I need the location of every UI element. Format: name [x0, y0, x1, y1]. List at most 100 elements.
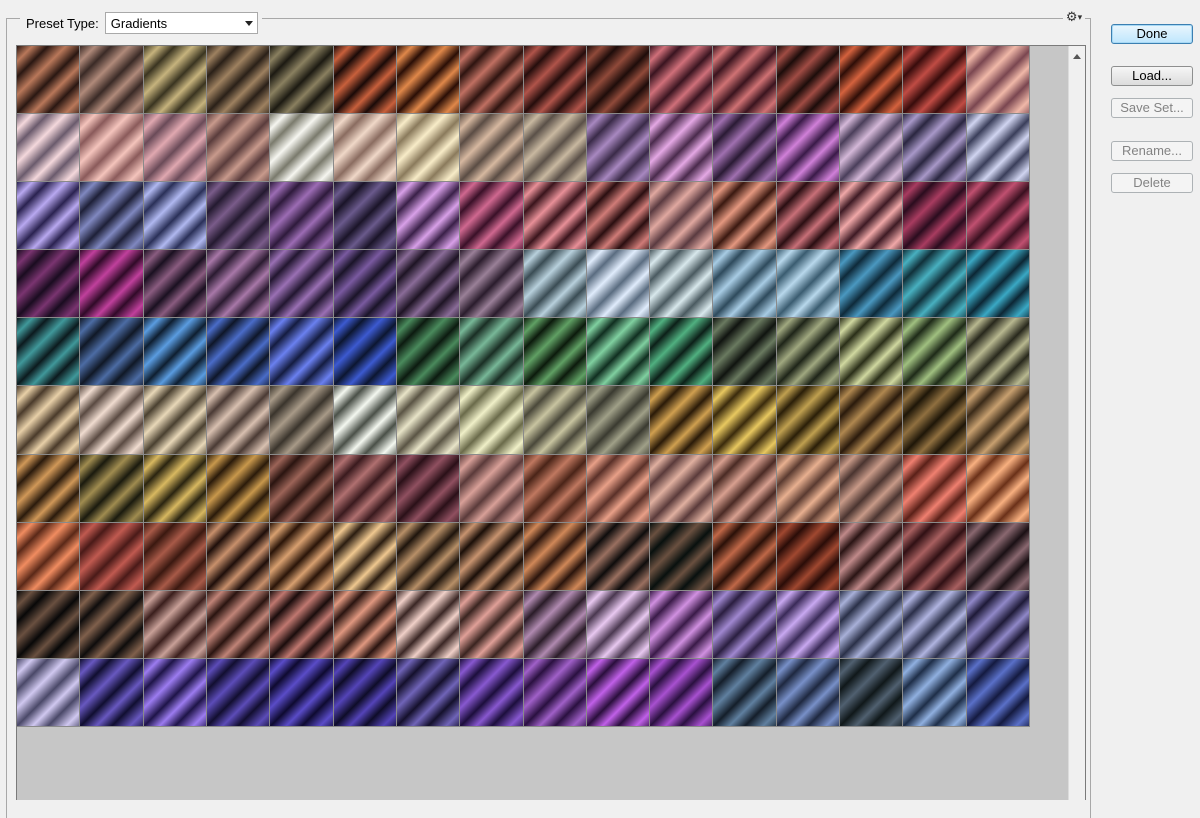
gradient-swatch[interactable] [966, 590, 1029, 658]
gradient-swatch[interactable] [460, 522, 523, 590]
gradient-swatch[interactable] [903, 590, 966, 658]
gradient-swatch[interactable] [776, 454, 840, 522]
gradient-swatch[interactable] [333, 114, 396, 182]
gradient-swatch[interactable] [143, 114, 206, 182]
gradient-swatch[interactable] [396, 114, 460, 182]
gradient-swatch[interactable] [333, 522, 396, 590]
gradient-swatch[interactable] [270, 386, 333, 454]
gradient-swatch[interactable] [966, 522, 1029, 590]
gradient-swatch[interactable] [840, 182, 903, 250]
gradient-swatch[interactable] [143, 250, 206, 318]
gradient-swatch[interactable] [206, 590, 270, 658]
gradient-swatch[interactable] [650, 46, 713, 114]
gradient-swatch[interactable] [17, 182, 80, 250]
gradient-swatch[interactable] [17, 46, 80, 114]
gradient-swatch[interactable] [840, 46, 903, 114]
gradient-swatch[interactable] [460, 318, 523, 386]
gradient-swatch[interactable] [460, 114, 523, 182]
gradient-swatch[interactable] [270, 658, 333, 726]
gradient-swatch[interactable] [206, 114, 270, 182]
gradient-swatch[interactable] [80, 182, 143, 250]
gradient-swatch[interactable] [523, 386, 586, 454]
gradient-swatch[interactable] [713, 386, 776, 454]
gradient-swatch[interactable] [650, 114, 713, 182]
gradient-swatch[interactable] [650, 590, 713, 658]
gradient-swatch[interactable] [206, 46, 270, 114]
gradient-swatch[interactable] [776, 46, 840, 114]
gradient-swatch[interactable] [460, 46, 523, 114]
gradient-swatch[interactable] [143, 522, 206, 590]
gradient-swatch[interactable] [270, 522, 333, 590]
rename-button[interactable]: Rename... [1111, 141, 1193, 161]
gradient-swatch[interactable] [650, 522, 713, 590]
gradient-swatch[interactable] [713, 658, 776, 726]
gradient-swatch[interactable] [17, 590, 80, 658]
gradient-swatch[interactable] [396, 454, 460, 522]
gradient-swatch[interactable] [776, 590, 840, 658]
gradient-swatch[interactable] [80, 250, 143, 318]
gradient-swatch[interactable] [396, 318, 460, 386]
gradient-swatch[interactable] [523, 454, 586, 522]
delete-button[interactable]: Delete [1111, 173, 1193, 193]
gradient-swatch[interactable] [80, 318, 143, 386]
gradient-swatch[interactable] [713, 454, 776, 522]
gradient-swatch[interactable] [396, 590, 460, 658]
gradient-swatch[interactable] [966, 318, 1029, 386]
gradient-swatch[interactable] [143, 386, 206, 454]
gradient-swatch[interactable] [206, 658, 270, 726]
gradient-swatch[interactable] [650, 658, 713, 726]
gradient-swatch[interactable] [650, 182, 713, 250]
gradient-swatch[interactable] [17, 522, 80, 590]
gradient-swatch[interactable] [143, 318, 206, 386]
gradient-swatch[interactable] [460, 182, 523, 250]
gradient-swatch[interactable] [80, 658, 143, 726]
gradient-swatch[interactable] [396, 250, 460, 318]
gradient-swatch[interactable] [523, 522, 586, 590]
gradient-swatch[interactable] [333, 46, 396, 114]
gradient-swatch[interactable] [776, 114, 840, 182]
gradient-swatch[interactable] [966, 250, 1029, 318]
gradient-swatch[interactable] [903, 522, 966, 590]
gradient-swatch[interactable] [270, 182, 333, 250]
gradient-swatch[interactable] [270, 590, 333, 658]
gradient-swatch[interactable] [903, 658, 966, 726]
gradient-swatch[interactable] [523, 658, 586, 726]
load-button[interactable]: Load... [1111, 66, 1193, 86]
gradient-swatch[interactable] [586, 250, 650, 318]
gradient-swatch[interactable] [586, 590, 650, 658]
gradient-swatch[interactable] [586, 46, 650, 114]
preset-type-dropdown[interactable]: Gradients [104, 12, 258, 34]
gradient-swatch[interactable] [840, 590, 903, 658]
gradient-swatch[interactable] [206, 182, 270, 250]
gradient-swatch[interactable] [333, 318, 396, 386]
gradient-swatch[interactable] [206, 386, 270, 454]
scroll-up-arrow-icon[interactable] [1073, 54, 1081, 59]
gradient-swatch[interactable] [143, 182, 206, 250]
gradient-swatch[interactable] [713, 182, 776, 250]
gradient-swatch[interactable] [966, 114, 1029, 182]
gradient-swatch[interactable] [460, 386, 523, 454]
gradient-swatch[interactable] [713, 250, 776, 318]
gradient-swatch[interactable] [966, 454, 1029, 522]
gradient-swatch[interactable] [143, 658, 206, 726]
gradient-swatch[interactable] [840, 454, 903, 522]
gradient-swatch[interactable] [396, 46, 460, 114]
gradient-swatch[interactable] [460, 590, 523, 658]
gradient-swatch[interactable] [903, 318, 966, 386]
gradient-swatch[interactable] [586, 114, 650, 182]
gradient-swatch[interactable] [776, 318, 840, 386]
gradient-swatch[interactable] [17, 454, 80, 522]
gradient-swatch[interactable] [80, 46, 143, 114]
gradient-swatch[interactable] [206, 250, 270, 318]
done-button[interactable]: Done [1111, 24, 1193, 44]
gradient-swatch[interactable] [966, 658, 1029, 726]
gradient-swatch[interactable] [523, 590, 586, 658]
gradient-swatch[interactable] [713, 46, 776, 114]
gradient-swatch[interactable] [840, 114, 903, 182]
gradient-swatch[interactable] [776, 182, 840, 250]
gradient-swatch[interactable] [650, 386, 713, 454]
gradient-swatch[interactable] [586, 182, 650, 250]
gradient-swatch[interactable] [17, 318, 80, 386]
save-set-button[interactable]: Save Set... [1111, 98, 1193, 118]
gradient-swatch[interactable] [270, 46, 333, 114]
